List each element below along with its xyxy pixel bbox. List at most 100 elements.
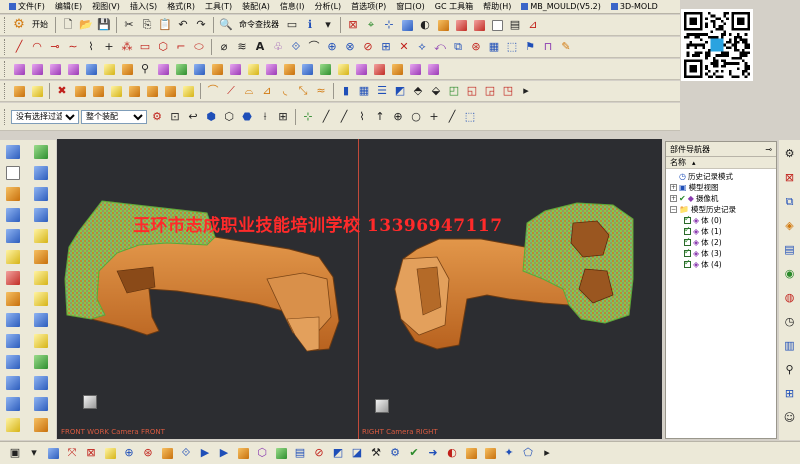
render-edges-icon[interactable] — [453, 17, 469, 33]
symbol-icon[interactable]: ⊓ — [540, 39, 556, 55]
edge-blend-icon[interactable]: ⌒ — [205, 83, 221, 99]
menu-tools[interactable]: 工具(T) — [200, 0, 237, 14]
snap-quadrant-icon[interactable]: ○ — [408, 109, 424, 125]
copy-icon[interactable]: ⎘ — [139, 17, 155, 33]
line-icon[interactable]: ╱ — [11, 39, 27, 55]
transition-icon[interactable]: ⚲ — [137, 61, 153, 77]
expand-icon[interactable]: + — [670, 184, 677, 191]
shaded-display-icon[interactable]: ◐ — [417, 17, 433, 33]
tree-item-body-4[interactable]: ◈ 体 (4) — [670, 258, 776, 270]
menu-window[interactable]: 窗口(O) — [391, 0, 430, 14]
assembly-navigator-icon[interactable]: ⊠ — [782, 170, 798, 186]
snap-face-icon[interactable]: ╱ — [444, 109, 460, 125]
replace-face-icon[interactable] — [180, 83, 196, 99]
parting-icon[interactable] — [2, 206, 24, 224]
through-curves-icon[interactable] — [11, 61, 27, 77]
standard-part-icon[interactable] — [2, 248, 24, 266]
untrim-icon[interactable] — [425, 61, 441, 77]
assembly-cut-icon[interactable] — [482, 445, 498, 461]
assembly-constraint-icon[interactable]: ⊠ — [83, 445, 99, 461]
roles-icon[interactable]: ☺ — [782, 410, 798, 426]
hd3d-tools-icon[interactable]: ◉ — [782, 266, 798, 282]
command-finder-icon[interactable]: 🔍 — [218, 17, 234, 33]
trim-body-icon[interactable] — [126, 83, 142, 99]
render-style-icon[interactable] — [435, 17, 451, 33]
snap-existing-point-icon[interactable]: ⬚ — [462, 109, 478, 125]
shell-icon[interactable] — [162, 83, 178, 99]
extrude-icon[interactable] — [11, 83, 27, 99]
snap-point-on-curve-icon[interactable]: + — [426, 109, 442, 125]
menu-preferences[interactable]: 首选项(P) — [346, 0, 391, 14]
view-orientation-icon[interactable]: ▣ — [7, 445, 23, 461]
toolbar-grip[interactable] — [4, 83, 7, 99]
surface-patch-icon[interactable] — [30, 206, 52, 224]
visibility-checkbox[interactable] — [684, 225, 691, 235]
menu-insert[interactable]: 插入(S) — [125, 0, 162, 14]
save-icon[interactable]: 💾 — [96, 17, 112, 33]
more-tools-icon[interactable]: ▸ — [518, 83, 534, 99]
new-component-icon[interactable]: ⊛ — [140, 445, 156, 461]
clearance-analysis-icon[interactable]: ▶ — [216, 445, 232, 461]
wrap-curve-icon[interactable]: ⧉ — [450, 39, 466, 55]
navigator-column-header[interactable]: 名称 ▴ — [666, 157, 776, 169]
trim-mold-icon[interactable] — [30, 332, 52, 350]
move-component-icon[interactable]: ⤧ — [64, 445, 80, 461]
bounded-plane-icon[interactable] — [119, 61, 135, 77]
offset-curve-icon[interactable]: ♧ — [270, 39, 286, 55]
render-faces-icon[interactable] — [471, 17, 487, 33]
view-cube-icon[interactable] — [399, 17, 415, 33]
offset-face-icon[interactable]: ◟ — [277, 83, 293, 99]
x-form-icon[interactable] — [299, 61, 315, 77]
sequence-icon[interactable]: ▶ — [197, 445, 213, 461]
unsew-icon[interactable] — [389, 61, 405, 77]
sew-icon[interactable] — [227, 61, 243, 77]
routing-icon[interactable]: ⚙ — [387, 445, 403, 461]
bom-icon[interactable] — [30, 353, 52, 371]
mold-base-icon[interactable] — [30, 227, 52, 245]
n-sided-surface-icon[interactable] — [101, 61, 117, 77]
part-tab-icon[interactable]: ◈ — [782, 218, 798, 234]
add-component-icon[interactable]: ⊕ — [121, 445, 137, 461]
undo-icon[interactable]: ↶ — [175, 17, 191, 33]
start-menu-icon[interactable]: ⚙ — [11, 17, 27, 33]
join-curve-icon[interactable]: ⊕ — [324, 39, 340, 55]
dropdown-icon[interactable]: ▾ — [320, 17, 336, 33]
wave-geometry-icon[interactable] — [235, 445, 251, 461]
toolbar-grip[interactable] — [4, 108, 7, 125]
visibility-checkbox[interactable] — [684, 214, 691, 224]
split-body-icon[interactable] — [144, 83, 160, 99]
wave-link-icon[interactable]: ≈ — [313, 83, 329, 99]
toolbar-grip[interactable] — [4, 17, 7, 33]
revolve-icon[interactable] — [29, 83, 45, 99]
chamfer-icon[interactable]: ⟋ — [223, 83, 239, 99]
hole-table-icon[interactable] — [30, 374, 52, 392]
mirror-assembly-icon[interactable] — [102, 445, 118, 461]
text-icon[interactable]: A — [252, 39, 268, 55]
paste-icon[interactable]: 📋 — [157, 17, 173, 33]
electrode-icon[interactable] — [2, 332, 24, 350]
unused-parts-icon[interactable] — [30, 395, 52, 413]
mold-tools-icon[interactable] — [30, 416, 52, 434]
reference-set-icon[interactable]: ▤ — [292, 445, 308, 461]
curve-length-icon[interactable]: ⤺ — [432, 39, 448, 55]
sync-move-face-icon[interactable]: ⬘ — [410, 83, 426, 99]
tree-item-cameras[interactable]: + ✔ ◆ 摄像机 — [670, 193, 776, 204]
snap-point-icon[interactable]: ⌖ — [363, 17, 379, 33]
cylinder-icon[interactable]: ▮ — [338, 83, 354, 99]
body-select-icon[interactable]: ⬣ — [239, 109, 255, 125]
manufacturing-wizard-icon[interactable]: ⊞ — [782, 386, 798, 402]
component-select-icon[interactable]: ⊞ — [275, 109, 291, 125]
menu-view[interactable]: 视图(V) — [87, 0, 125, 14]
visibility-checkbox[interactable] — [684, 236, 691, 246]
offset-surface-icon[interactable] — [191, 61, 207, 77]
mirror-icon[interactable]: ◩ — [392, 83, 408, 99]
plus-icon[interactable]: + — [101, 39, 117, 55]
settings-icon[interactable]: ⚙ — [782, 146, 798, 162]
interference-icon[interactable]: ✦ — [501, 445, 517, 461]
arrow-icon[interactable]: ↩ — [185, 109, 201, 125]
snap-arc-center-icon[interactable]: ⊕ — [390, 109, 406, 125]
part-navigator-icon[interactable] — [2, 143, 24, 161]
display-toggle-icon[interactable] — [489, 17, 505, 33]
product-interface-icon[interactable]: ◪ — [349, 445, 365, 461]
slider-icon[interactable] — [30, 269, 52, 287]
